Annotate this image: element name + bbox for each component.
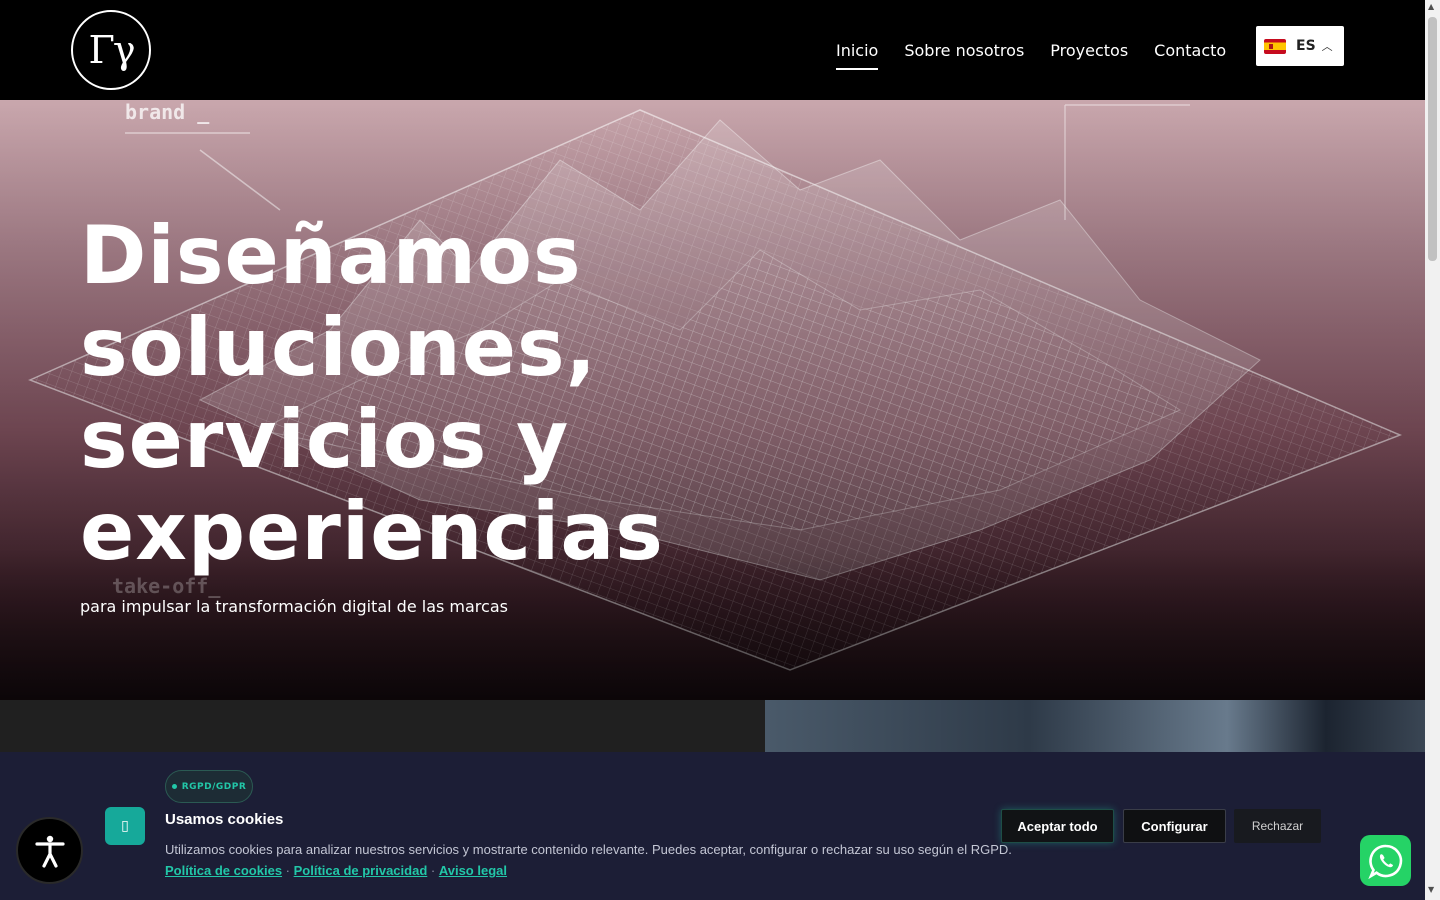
nav-proyectos[interactable]: Proyectos bbox=[1050, 33, 1128, 68]
scroll-up-arrow-icon[interactable]: ▲ bbox=[1428, 2, 1434, 11]
hero-section: brand _ take-off_ Diseñamos soluciones, … bbox=[0, 100, 1425, 700]
gdpr-badge: RGPD/GDPR bbox=[165, 770, 253, 803]
hero-title-line: servicios y bbox=[80, 393, 570, 486]
spain-flag-icon bbox=[1264, 38, 1286, 54]
scrollbar-thumb[interactable] bbox=[1428, 17, 1437, 261]
next-section-panel bbox=[0, 700, 765, 752]
accessibility-button[interactable] bbox=[16, 817, 83, 884]
legal-notice-link[interactable]: Aviso legal bbox=[439, 863, 507, 878]
chevron-up-icon: ︿ bbox=[1321, 40, 1333, 53]
site-logo[interactable]: Γγ bbox=[71, 10, 151, 90]
hero-subtitle: para impulsar la transformación digital … bbox=[80, 597, 508, 616]
privacy-policy-link[interactable]: Política de privacidad bbox=[294, 863, 428, 878]
configure-button[interactable]: Configurar bbox=[1123, 809, 1226, 843]
reject-button[interactable]: Rechazar bbox=[1234, 809, 1321, 843]
cookie-banner: RGPD/GDPR ▯ Usamos cookies Utilizamos co… bbox=[0, 752, 1425, 900]
status-dot-icon bbox=[171, 784, 177, 789]
cookie-description: Utilizamos cookies para analizar nuestro… bbox=[165, 842, 1012, 857]
language-code: ES bbox=[1296, 38, 1316, 54]
hero-title-line: Diseñamos bbox=[80, 209, 582, 302]
main-nav: Inicio Sobre nosotros Proyectos Contacto bbox=[836, 0, 1252, 100]
cookie-title: Usamos cookies bbox=[165, 811, 284, 828]
site-header: Γγ Inicio Sobre nosotros Proyectos Conta… bbox=[0, 0, 1425, 100]
link-separator: · bbox=[282, 863, 294, 878]
brand-tag-text: brand _ bbox=[125, 100, 210, 124]
whatsapp-icon bbox=[1367, 844, 1402, 879]
hero-title-line: soluciones, bbox=[80, 301, 597, 394]
page-scrollbar[interactable]: ▲ ▼ bbox=[1425, 0, 1440, 900]
link-separator: · bbox=[427, 863, 439, 878]
accessibility-icon bbox=[34, 835, 65, 868]
nav-sobre-nosotros[interactable]: Sobre nosotros bbox=[904, 33, 1024, 68]
cookie-icon: ▯ bbox=[105, 807, 145, 845]
hero-title-line: experiencias bbox=[80, 485, 664, 578]
gdpr-badge-label: RGPD/GDPR bbox=[181, 781, 247, 792]
scroll-down-arrow-icon[interactable]: ▼ bbox=[1428, 885, 1434, 894]
hero-title: Diseñamos soluciones, servicios y experi… bbox=[80, 210, 664, 578]
nav-contacto[interactable]: Contacto bbox=[1154, 33, 1226, 68]
language-selector[interactable]: ES ︿ bbox=[1256, 26, 1344, 66]
nav-inicio[interactable]: Inicio bbox=[836, 33, 879, 70]
accept-all-button[interactable]: Aceptar todo bbox=[1001, 809, 1114, 843]
cookie-links: Política de cookies · Política de privac… bbox=[165, 863, 507, 878]
whatsapp-button[interactable] bbox=[1360, 835, 1411, 886]
next-section-image bbox=[765, 700, 1425, 752]
cookie-policy-link[interactable]: Política de cookies bbox=[165, 863, 282, 878]
